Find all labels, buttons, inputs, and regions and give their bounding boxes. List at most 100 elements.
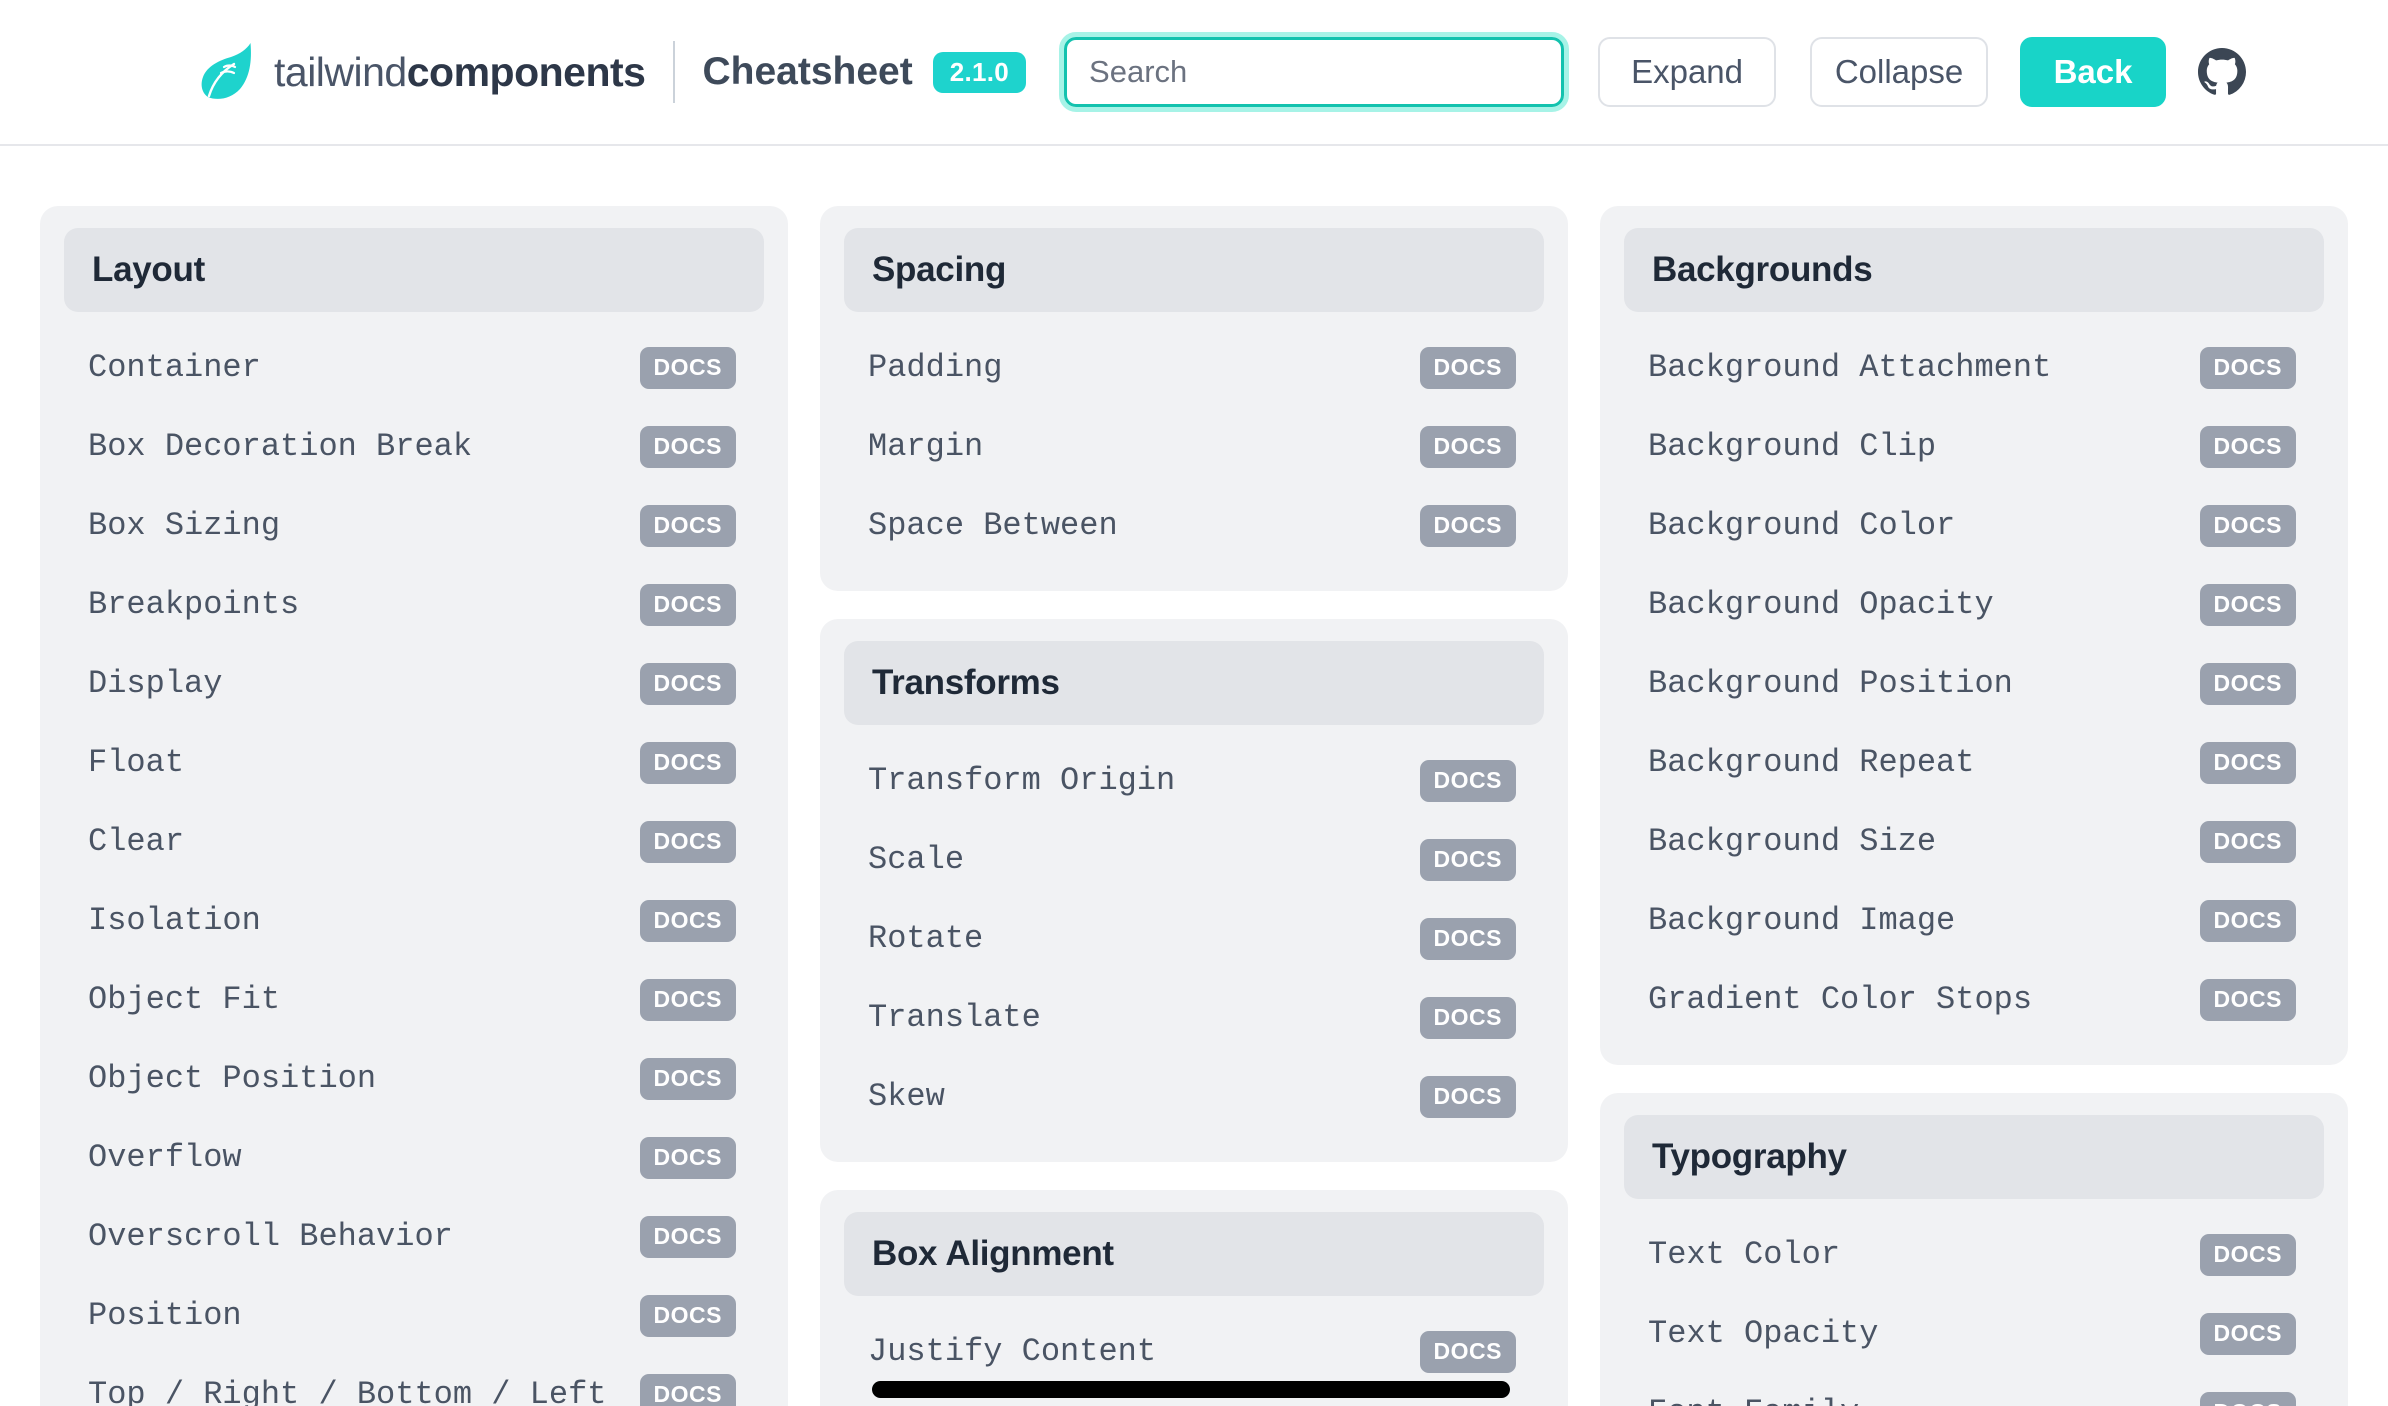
docs-badge[interactable]: DOCS — [1419, 504, 1516, 547]
horizontal-scrollbar-thumb[interactable] — [872, 1381, 1510, 1398]
cheatsheet-row-label: Overflow — [88, 1139, 242, 1176]
cheatsheet-row[interactable]: Overflow DOCS — [64, 1118, 764, 1197]
docs-badge[interactable]: DOCS — [1419, 838, 1516, 881]
cheatsheet-row[interactable]: Float DOCS — [64, 723, 764, 802]
cheatsheet-row[interactable]: Background Opacity DOCS — [1624, 565, 2324, 644]
docs-badge[interactable]: DOCS — [2199, 741, 2296, 784]
expand-button[interactable]: Expand — [1598, 37, 1777, 107]
category-card: Layout Container DOCS Box Decoration Break D… — [40, 206, 788, 1406]
docs-badge[interactable]: DOCS — [1419, 425, 1516, 468]
docs-badge[interactable]: DOCS — [2199, 899, 2296, 942]
cheatsheet-row[interactable]: Background Image DOCS — [1624, 881, 2324, 960]
horizontal-scrollbar-track[interactable] — [0, 1380, 2388, 1406]
app-header: tailwindcomponents Cheatsheet 2.1.0 Expa… — [0, 0, 2388, 146]
cheatsheet-row-label: Background Repeat — [1648, 744, 1975, 781]
cheatsheet-row[interactable]: Background Clip DOCS — [1624, 407, 2324, 486]
category-card-header[interactable]: Box Alignment — [844, 1212, 1544, 1296]
back-button[interactable]: Back — [2020, 37, 2167, 107]
cheatsheet-row-label: Overscroll Behavior — [88, 1218, 453, 1255]
docs-badge[interactable]: DOCS — [2199, 583, 2296, 626]
cheatsheet-row[interactable]: Box Sizing DOCS — [64, 486, 764, 565]
docs-badge[interactable]: DOCS — [639, 978, 736, 1021]
cheatsheet-row-label: Isolation — [88, 902, 261, 939]
cheatsheet-row[interactable]: Rotate DOCS — [844, 899, 1544, 978]
cheatsheet-row[interactable]: Translate DOCS — [844, 978, 1544, 1057]
cheatsheet-column: Layout Container DOCS Box Decoration Break D… — [40, 206, 788, 1406]
cheatsheet-row[interactable]: Container DOCS — [64, 328, 764, 407]
docs-badge[interactable]: DOCS — [639, 504, 736, 547]
cheatsheet-row[interactable]: Background Attachment DOCS — [1624, 328, 2324, 407]
docs-badge[interactable]: DOCS — [639, 662, 736, 705]
docs-badge[interactable]: DOCS — [2199, 504, 2296, 547]
docs-badge[interactable]: DOCS — [2199, 1312, 2296, 1355]
brand-logo[interactable]: tailwindcomponents — [200, 41, 646, 103]
search-input[interactable] — [1059, 32, 1570, 112]
category-card-header[interactable]: Spacing — [844, 228, 1544, 312]
cheatsheet-row[interactable]: Clear DOCS — [64, 802, 764, 881]
cheatsheet-row[interactable]: Scale DOCS — [844, 820, 1544, 899]
category-title: Typography — [1652, 1137, 1847, 1176]
docs-badge[interactable]: DOCS — [639, 1136, 736, 1179]
docs-badge[interactable]: DOCS — [639, 1294, 736, 1337]
cheatsheet-row[interactable]: Padding DOCS — [844, 328, 1544, 407]
cheatsheet-row[interactable]: Background Color DOCS — [1624, 486, 2324, 565]
docs-badge[interactable]: DOCS — [639, 741, 736, 784]
category-card-header[interactable]: Typography — [1624, 1115, 2324, 1199]
cheatsheet-row[interactable]: Background Size DOCS — [1624, 802, 2324, 881]
docs-badge[interactable]: DOCS — [2199, 346, 2296, 389]
cheatsheet-row-label: Background Attachment — [1648, 349, 2052, 386]
cheatsheet-row-label: Gradient Color Stops — [1648, 981, 2033, 1018]
docs-badge[interactable]: DOCS — [1419, 346, 1516, 389]
github-link[interactable] — [2198, 48, 2247, 96]
docs-badge[interactable]: DOCS — [639, 820, 736, 863]
cheatsheet-row[interactable]: Isolation DOCS — [64, 881, 764, 960]
category-card-header[interactable]: Transforms — [844, 641, 1544, 725]
cheatsheet-row-label: Text Color — [1648, 1236, 1841, 1273]
cheatsheet-row[interactable]: Object Fit DOCS — [64, 960, 764, 1039]
docs-badge[interactable]: DOCS — [639, 425, 736, 468]
docs-badge[interactable]: DOCS — [2199, 1233, 2296, 1276]
docs-badge[interactable]: DOCS — [639, 899, 736, 942]
cheatsheet-row[interactable]: Background Position DOCS — [1624, 644, 2324, 723]
docs-badge[interactable]: DOCS — [639, 346, 736, 389]
docs-badge[interactable]: DOCS — [1419, 917, 1516, 960]
cheatsheet-row[interactable]: Overscroll Behavior DOCS — [64, 1197, 764, 1276]
cheatsheet-row-label: Space Between — [868, 507, 1118, 544]
docs-badge[interactable]: DOCS — [1419, 1075, 1516, 1118]
cheatsheet-row[interactable]: Background Repeat DOCS — [1624, 723, 2324, 802]
cheatsheet-row[interactable]: Display DOCS — [64, 644, 764, 723]
cheatsheet-row[interactable]: Transform Origin DOCS — [844, 741, 1544, 820]
cheatsheet-row-label: Object Fit — [88, 981, 281, 1018]
cheatsheet-row[interactable]: Object Position DOCS — [64, 1039, 764, 1118]
cheatsheet-row-label: Scale — [868, 841, 965, 878]
cheatsheet-row[interactable]: Text Color DOCS — [1624, 1215, 2324, 1294]
cheatsheet-row[interactable]: Margin DOCS — [844, 407, 1544, 486]
cheatsheet-row[interactable]: Skew DOCS — [844, 1057, 1544, 1136]
cheatsheet-row-label: Display — [88, 665, 223, 702]
collapse-button[interactable]: Collapse — [1810, 37, 1989, 107]
cheatsheet-row-label: Background Size — [1648, 823, 1937, 860]
category-title: Backgrounds — [1652, 250, 1873, 289]
docs-badge[interactable]: DOCS — [1419, 759, 1516, 802]
cheatsheet-row[interactable]: Position DOCS — [64, 1276, 764, 1355]
docs-badge[interactable]: DOCS — [639, 1057, 736, 1100]
docs-badge[interactable]: DOCS — [1419, 996, 1516, 1039]
cheatsheet-row-label: Box Sizing — [88, 507, 281, 544]
docs-badge[interactable]: DOCS — [1419, 1330, 1516, 1373]
docs-badge[interactable]: DOCS — [2199, 662, 2296, 705]
cheatsheet-row[interactable]: Text Opacity DOCS — [1624, 1294, 2324, 1373]
search-field-wrapper — [1059, 32, 1570, 112]
docs-badge[interactable]: DOCS — [639, 583, 736, 626]
category-card: Transforms Transform Origin DOCS Scale DOCS R… — [820, 619, 1568, 1162]
category-card-header[interactable]: Backgrounds — [1624, 228, 2324, 312]
cheatsheet-row[interactable]: Gradient Color Stops DOCS — [1624, 960, 2324, 1039]
docs-badge[interactable]: DOCS — [2199, 820, 2296, 863]
docs-badge[interactable]: DOCS — [639, 1215, 736, 1258]
category-card-header[interactable]: Layout — [64, 228, 764, 312]
cheatsheet-column: Backgrounds Background Attachment DOCS Back… — [1600, 206, 2348, 1406]
cheatsheet-row[interactable]: Box Decoration Break DOCS — [64, 407, 764, 486]
docs-badge[interactable]: DOCS — [2199, 425, 2296, 468]
cheatsheet-row[interactable]: Space Between DOCS — [844, 486, 1544, 565]
cheatsheet-row[interactable]: Breakpoints DOCS — [64, 565, 764, 644]
docs-badge[interactable]: DOCS — [2199, 978, 2296, 1021]
